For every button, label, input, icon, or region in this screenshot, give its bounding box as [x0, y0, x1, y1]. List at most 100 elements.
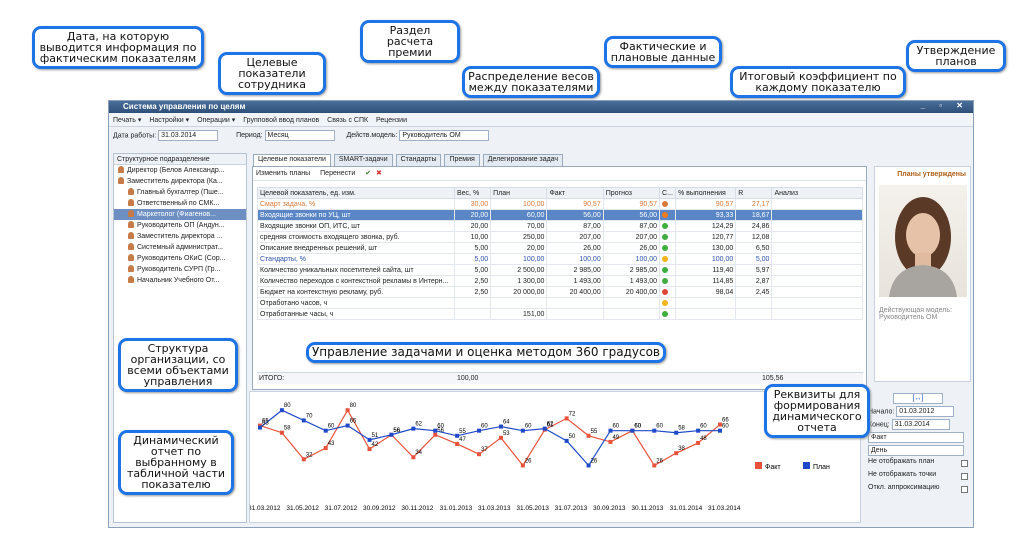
hide-plan-checkbox[interactable] — [961, 460, 968, 467]
tab-delegation[interactable]: Делегирование задач — [482, 154, 564, 166]
column-header[interactable]: Анализ — [771, 187, 863, 199]
structure-item[interactable]: Заместитель директора ... — [114, 231, 246, 242]
column-header[interactable]: % выполнения — [674, 187, 737, 199]
menu-settings[interactable]: Настройки ▾ — [149, 117, 189, 124]
model-input[interactable]: Руководитель ОМ — [399, 130, 490, 141]
table-row[interactable]: Смарт задача, % 30,00 100,00 90,57 90,57 90,5… — [257, 198, 863, 210]
table-cell: 1 493,00 — [602, 275, 661, 287]
data-label: 60 — [700, 424, 707, 430]
data-label: 70 — [306, 413, 313, 419]
end-date-input[interactable]: 31.03.2014 — [891, 419, 950, 430]
menu-reviews[interactable]: Рецензии — [376, 117, 407, 124]
structure-item[interactable]: Начальник Учебного От... — [114, 275, 246, 286]
table-row[interactable]: Описание внедренных решений, шт 5,00 20,00… — [257, 242, 863, 254]
x-tick-label: 31.03.2013 — [478, 505, 511, 512]
table-cell: 26,00 — [602, 242, 661, 254]
column-header[interactable]: Прогноз — [602, 187, 661, 199]
callout-plan-fact: Фактические и плановые данные — [604, 36, 722, 68]
structure-item-label: Начальник Учебного От... — [137, 277, 220, 284]
table-cell: 207,00 — [602, 231, 661, 243]
status-indicator — [659, 198, 676, 210]
x-tick-label: 31.01.2014 — [670, 505, 703, 512]
column-header[interactable]: План — [490, 187, 548, 199]
disable-approx-checkbox[interactable] — [961, 486, 968, 493]
data-label: 38 — [678, 446, 685, 452]
approve-icon[interactable]: ✔ — [365, 170, 371, 177]
column-header[interactable]: R — [735, 187, 773, 199]
table-row[interactable]: Количество уникальных посетителей сайта,… — [257, 264, 863, 276]
step-select[interactable]: День — [868, 445, 964, 456]
column-header[interactable]: Целевой показатель, ед. изм. — [257, 187, 455, 199]
table-row[interactable]: Отработанные часы, ч 151,00 — [257, 308, 863, 320]
table-cell: 24,86 — [735, 220, 773, 232]
structure-item[interactable]: Заместитель директора (Ка... — [114, 176, 246, 187]
table-cell: 18,67 — [735, 209, 773, 221]
data-label: 80 — [284, 403, 291, 409]
status-indicator — [659, 275, 676, 287]
column-header[interactable]: С... — [659, 187, 676, 199]
period-select[interactable]: Месяц — [264, 130, 335, 141]
menu-operations[interactable]: Операции ▾ — [197, 117, 235, 124]
table-cell: 130,00 — [674, 242, 737, 254]
person-icon — [128, 276, 134, 283]
table-cell: 124,29 — [674, 220, 737, 232]
table-row[interactable]: средняя стоимость входящего звонка, руб.… — [257, 231, 863, 243]
data-label: 63 — [262, 421, 269, 427]
shift-period-button[interactable]: [↔] — [868, 393, 968, 405]
move-button[interactable]: Перенести — [320, 170, 355, 177]
window-controls[interactable]: _ ▫ ✕ — [921, 101, 969, 110]
data-label: 60 — [656, 424, 663, 430]
structure-item[interactable]: Руководитель ОП (Андун... — [114, 220, 246, 231]
menu-spk-link[interactable]: Связь с СПК — [327, 117, 368, 124]
structure-item[interactable]: Директор (Белов Александр... — [114, 165, 246, 176]
reject-icon[interactable]: ✖ — [376, 170, 382, 177]
table-cell: 20 400,00 — [546, 286, 604, 298]
structure-item[interactable]: Главный бухгалтер (Пше... — [114, 187, 246, 198]
x-tick-label: 30.09.2013 — [593, 505, 626, 512]
table-cell: 20,00 — [453, 209, 492, 221]
indicator-kind-select[interactable]: Факт — [868, 432, 964, 443]
table-row[interactable]: Стандарты, % 5,00 100,00 100,00 100,00 100,00… — [257, 253, 863, 265]
table-cell: 6,50 — [735, 242, 773, 254]
employee-photo — [879, 185, 967, 297]
hide-points-checkbox[interactable] — [961, 473, 968, 480]
structure-item[interactable]: Системный администрат... — [114, 242, 246, 253]
column-header[interactable]: Факт — [546, 187, 604, 199]
table-cell: 56,00 — [546, 209, 604, 221]
table-row[interactable]: Входящие звонки по УЦ, шт 20,00 60,00 56,00… — [257, 209, 863, 221]
table-row[interactable]: Отработано часов, ч — [257, 297, 863, 309]
structure-item[interactable]: Маркетолог (Фиагенов... — [114, 209, 246, 220]
table-cell: Стандарты, % — [257, 253, 455, 265]
data-label: 64 — [503, 420, 510, 426]
menu-group-input[interactable]: Групповой ввод планов — [243, 117, 319, 124]
structure-item[interactable]: Руководитель ОКиС (Сор... — [114, 253, 246, 264]
tab-smart[interactable]: SMART-задачи — [333, 154, 393, 166]
table-cell: 30,00 — [453, 198, 492, 210]
menu-print[interactable]: Печать ▾ — [113, 117, 141, 124]
tab-targets[interactable]: Целевые показатели — [253, 154, 331, 166]
edit-plans-button[interactable]: Изменить планы — [256, 170, 310, 177]
table-row[interactable]: Бюджет на контекстную рекламу, руб. 2,50 2… — [257, 286, 863, 298]
table-cell: 90,57 — [674, 198, 737, 210]
table-cell — [771, 308, 863, 320]
structure-item[interactable]: Ответственный по СМК... — [114, 198, 246, 209]
date-label: Дата работы: — [113, 132, 157, 140]
table-row[interactable]: Входящие звонки ОП, ИТС, шт 20,00 70,00 87,… — [257, 220, 863, 232]
legend-label: План — [813, 464, 830, 471]
table-cell — [453, 297, 492, 309]
table-cell — [674, 297, 737, 309]
table-cell: 56,00 — [602, 209, 661, 221]
structure-item-label: Главный бухгалтер (Пше... — [137, 189, 224, 196]
data-label: 62 — [547, 422, 554, 428]
tab-bonus[interactable]: Премия — [444, 154, 480, 166]
model-caption: Действующая модель: Руководитель ОМ — [879, 307, 952, 321]
tab-standards[interactable]: Стандарты — [395, 154, 442, 166]
total-label: ИТОГО: — [259, 375, 285, 382]
start-date-input[interactable]: 01.03.2012 — [896, 406, 955, 417]
structure-item[interactable]: Руководитель СУРП (Гр... — [114, 264, 246, 275]
date-input[interactable]: 31.03.2014 — [158, 130, 219, 141]
column-header[interactable]: Вес, % — [453, 187, 492, 199]
table-row[interactable]: Количество переходов с контекстной рекла… — [257, 275, 863, 287]
person-icon — [128, 210, 134, 217]
callout-date: Дата, на которую выводится информация по… — [32, 26, 204, 69]
